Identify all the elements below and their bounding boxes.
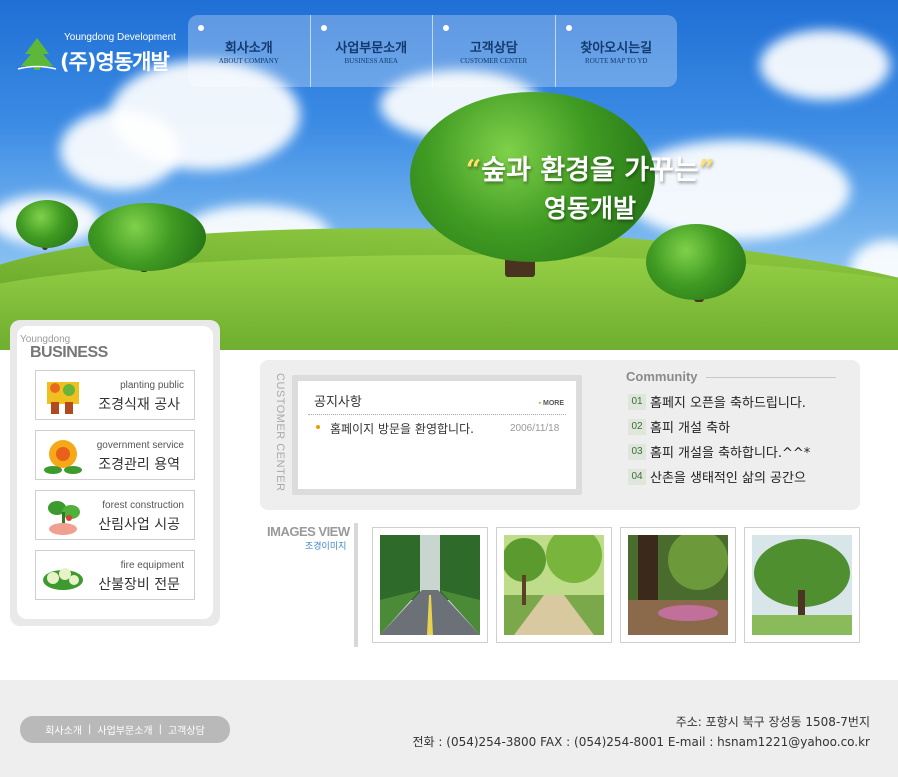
- images-view-title: IMAGES VIEW: [267, 524, 350, 539]
- cloud: [60, 110, 180, 190]
- forest-image-icon: [628, 535, 728, 635]
- community-item[interactable]: 01 홈페지 오픈을 축하드립니다.: [628, 391, 806, 411]
- business-item-forest[interactable]: forest construction 산림사업 시공: [35, 490, 195, 540]
- park-image-icon: [504, 535, 604, 635]
- business-item-ko: 조경관리 용역: [98, 457, 180, 473]
- thumbnail-tree-lined-road[interactable]: [372, 527, 488, 643]
- nav-item-business[interactable]: 사업부문소개 BUSINESS AREA: [311, 15, 433, 87]
- cloud: [760, 30, 890, 100]
- nav-label: 사업부문소개: [335, 41, 408, 56]
- business-item-management[interactable]: government service 조경관리 용역: [35, 430, 195, 480]
- business-item-en: planting public: [120, 380, 184, 391]
- business-item-ko: 조경식재 공사: [98, 397, 180, 413]
- community-item-text: 홈피 개설을 축하합니다.^^*: [650, 446, 811, 461]
- community-item-text: 홈페지 오픈을 축하드립니다.: [650, 396, 806, 411]
- logo[interactable]: Youngdong Development (주)영동개발: [16, 32, 176, 77]
- community-item[interactable]: 04 산촌을 생태적인 삶의 공간으: [628, 466, 806, 486]
- thumbnail-park-path[interactable]: [496, 527, 612, 643]
- nav-sublabel: ROUTE MAP TO YD: [585, 57, 648, 65]
- bullet-icon: [565, 25, 572, 31]
- community-item[interactable]: 03 홈피 개설을 축하합니다.^^*: [628, 441, 811, 461]
- tree-icon: [16, 200, 78, 248]
- divider: [706, 377, 836, 378]
- logo-korean: (주)영동개발: [60, 50, 170, 74]
- nav-label: 고객상담: [469, 41, 518, 56]
- business-item-en: government service: [96, 440, 184, 451]
- nav-item-about[interactable]: 회사소개 ABOUT COMPANY: [188, 15, 311, 87]
- quote-mark: ”: [698, 155, 715, 186]
- business-item-planting[interactable]: planting public 조경식재 공사: [35, 370, 195, 420]
- customer-center-label: CUSTOMER CENTER: [274, 373, 286, 492]
- nav-label: 찾아오시는길: [580, 41, 653, 56]
- quote-mark: “: [465, 155, 482, 186]
- notice-box: 공지사항 ▪ MORE 홈페이지 방문을 환영합니다. 2006/11/18: [292, 375, 582, 495]
- flower-icon: [44, 440, 82, 474]
- business-item-ko: 산림사업 시공: [98, 517, 180, 533]
- thumbnail-forest-trail[interactable]: [620, 527, 736, 643]
- notice-item-date: 2006/11/18: [510, 423, 560, 434]
- community-item-number: 02: [628, 418, 646, 435]
- bullet-icon: [198, 25, 204, 31]
- business-item-fire[interactable]: fire equipment 산불장비 전문: [35, 550, 195, 600]
- slogan-line-2: 영동개발: [543, 194, 636, 223]
- business-item-en: fire equipment: [120, 560, 184, 571]
- community-title: Community: [626, 369, 698, 384]
- divider: [354, 523, 358, 647]
- community-item-number: 03: [628, 443, 646, 460]
- nav-item-customer[interactable]: 고객상담 CUSTOMER CENTER: [433, 15, 556, 87]
- footer-link-about[interactable]: 회사소개: [39, 722, 88, 737]
- slogan-line-1: 숲과 환경을 가꾸는: [481, 155, 699, 186]
- community-item-text: 산촌을 생태적인 삶의 공간으: [650, 471, 806, 486]
- more-bullet-icon: ▪: [538, 400, 542, 407]
- bullet-icon: [443, 25, 449, 31]
- footer-address: 주소: 포항시 북구 장성동 1508-7번지: [675, 715, 870, 729]
- images-view-subtitle: 조경이미지: [305, 542, 347, 552]
- more-label: MORE: [543, 400, 564, 407]
- bullet-icon: [320, 25, 327, 31]
- nav-sublabel: ABOUT COMPANY: [218, 57, 279, 65]
- tree-icon: [646, 224, 746, 300]
- page: “숲과 환경을 가꾸는” 영동개발 Youngdong Development …: [0, 0, 898, 777]
- hero-slogan: “숲과 환경을 가꾸는” 영동개발: [420, 148, 760, 225]
- business-item-en: forest construction: [102, 500, 184, 511]
- footer-link-customer[interactable]: 고객상담: [162, 722, 211, 737]
- plant-icon: [48, 501, 80, 535]
- notice-box-inner: 공지사항 ▪ MORE 홈페이지 방문을 환영합니다. 2006/11/18: [298, 381, 576, 489]
- tree-park-image-icon: [752, 535, 852, 635]
- notice-item-link[interactable]: 홈페이지 방문을 환영합니다.: [330, 420, 474, 437]
- nav-sublabel: BUSINESS AREA: [344, 57, 398, 65]
- nav-sublabel: CUSTOMER CENTER: [460, 57, 528, 65]
- community-item-text: 홈피 개설 축하: [650, 421, 731, 436]
- community-item[interactable]: 02 홈피 개설 축하: [628, 416, 731, 436]
- nav-item-route[interactable]: 찾아오시는길 ROUTE MAP TO YD: [556, 15, 678, 87]
- footer-nav: 회사소개 | 사업부문소개 | 고객상담: [20, 716, 230, 743]
- footer-link-business[interactable]: 사업부문소개: [91, 722, 158, 737]
- pine-tree-icon: [17, 38, 57, 70]
- main-nav: 회사소개 ABOUT COMPANY 사업부문소개 BUSINESS AREA …: [188, 15, 677, 87]
- bullet-icon: [316, 425, 320, 429]
- road-image-icon: [380, 535, 480, 635]
- nav-label: 회사소개: [224, 41, 273, 56]
- community-item-number: 04: [628, 468, 646, 485]
- business-item-ko: 산불장비 전문: [98, 577, 180, 593]
- footer-contact: 전화 : (054)254-3800 FAX : (054)254-8001 E…: [412, 735, 870, 749]
- fire-equipment-icon: [43, 568, 83, 590]
- logo-english: Youngdong Development: [64, 32, 176, 43]
- more-button[interactable]: ▪ MORE: [539, 400, 564, 407]
- thumbnail-large-tree-park[interactable]: [744, 527, 860, 643]
- notice-title: 공지사항: [314, 395, 362, 410]
- divider: [308, 414, 566, 415]
- planting-icon: [47, 382, 79, 414]
- business-title: BUSINESS: [30, 344, 108, 361]
- community-item-number: 01: [628, 393, 646, 410]
- tree-icon: [88, 203, 206, 271]
